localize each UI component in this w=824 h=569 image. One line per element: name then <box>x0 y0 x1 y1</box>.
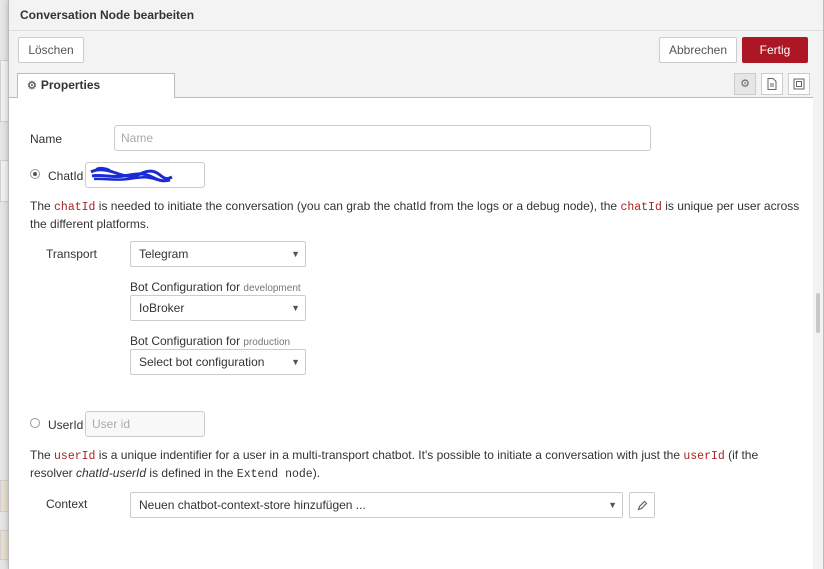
edit-context-button[interactable] <box>629 492 655 518</box>
userid-radio[interactable] <box>30 418 40 428</box>
userid-input[interactable] <box>85 411 205 437</box>
context-value: Neuen chatbot-context-store hinzufügen .… <box>139 498 366 512</box>
chevron-down-icon: ▼ <box>291 249 300 259</box>
name-label: Name <box>30 132 63 146</box>
chevron-down-icon: ▼ <box>291 303 300 313</box>
dialog-title: Conversation Node bearbeiten <box>9 0 823 31</box>
gear-icon[interactable]: ⚙ <box>734 73 756 95</box>
panel-scrollbar[interactable] <box>813 97 823 569</box>
dialog-toolbar: Löschen Abbrechen Fertig <box>9 31 823 69</box>
done-button[interactable]: Fertig <box>742 37 808 63</box>
tab-properties-label: Properties <box>40 78 101 92</box>
bot-prod-env: production <box>243 337 291 348</box>
chatid-input[interactable] <box>85 162 205 188</box>
chatid-help-text: The chatId is needed to initiate the con… <box>30 199 800 231</box>
chevron-down-icon: ▼ <box>291 357 300 367</box>
scroll-thumb[interactable] <box>816 293 820 333</box>
frame-icon[interactable] <box>788 73 810 95</box>
transport-value: Telegram <box>139 247 189 261</box>
tab-bar: ⚙ Properties ⚙ <box>9 69 823 98</box>
bot-dev-value: IoBroker <box>139 301 185 315</box>
delete-button[interactable]: Löschen <box>18 37 84 63</box>
userid-help-text: The userId is a unique indentifier for a… <box>30 448 759 481</box>
context-select[interactable]: Neuen chatbot-context-store hinzufügen .… <box>130 492 623 518</box>
chatid-radio[interactable] <box>30 169 40 179</box>
tab-properties[interactable]: ⚙ Properties <box>17 73 175 98</box>
chatid-label: ChatId <box>48 169 84 183</box>
bot-dev-select[interactable]: IoBroker ▼ <box>130 295 306 321</box>
bot-prod-select[interactable]: Select bot configuration ▼ <box>130 349 306 375</box>
cancel-button[interactable]: Abbrechen <box>659 37 737 63</box>
transport-select[interactable]: Telegram ▼ <box>130 241 306 267</box>
pencil-icon <box>637 500 647 511</box>
redaction-scribble <box>90 166 173 183</box>
context-label: Context <box>46 497 88 511</box>
gear-icon: ⚙ <box>27 80 37 92</box>
userid-label: UserId <box>48 418 84 432</box>
properties-panel: Name ChatId The chatId is needed to init… <box>9 97 813 569</box>
bot-prod-value: Select bot configuration <box>139 355 265 369</box>
document-icon[interactable] <box>761 73 783 95</box>
bot-dev-env: development <box>243 283 301 294</box>
chevron-down-icon: ▼ <box>608 500 617 510</box>
name-input[interactable] <box>114 125 651 151</box>
edit-dialog: Conversation Node bearbeiten Löschen Abb… <box>8 0 824 569</box>
bot-prod-label: Bot Configuration for production <box>130 334 291 348</box>
transport-label: Transport <box>46 247 97 261</box>
bot-dev-label: Bot Configuration for development <box>130 280 301 294</box>
